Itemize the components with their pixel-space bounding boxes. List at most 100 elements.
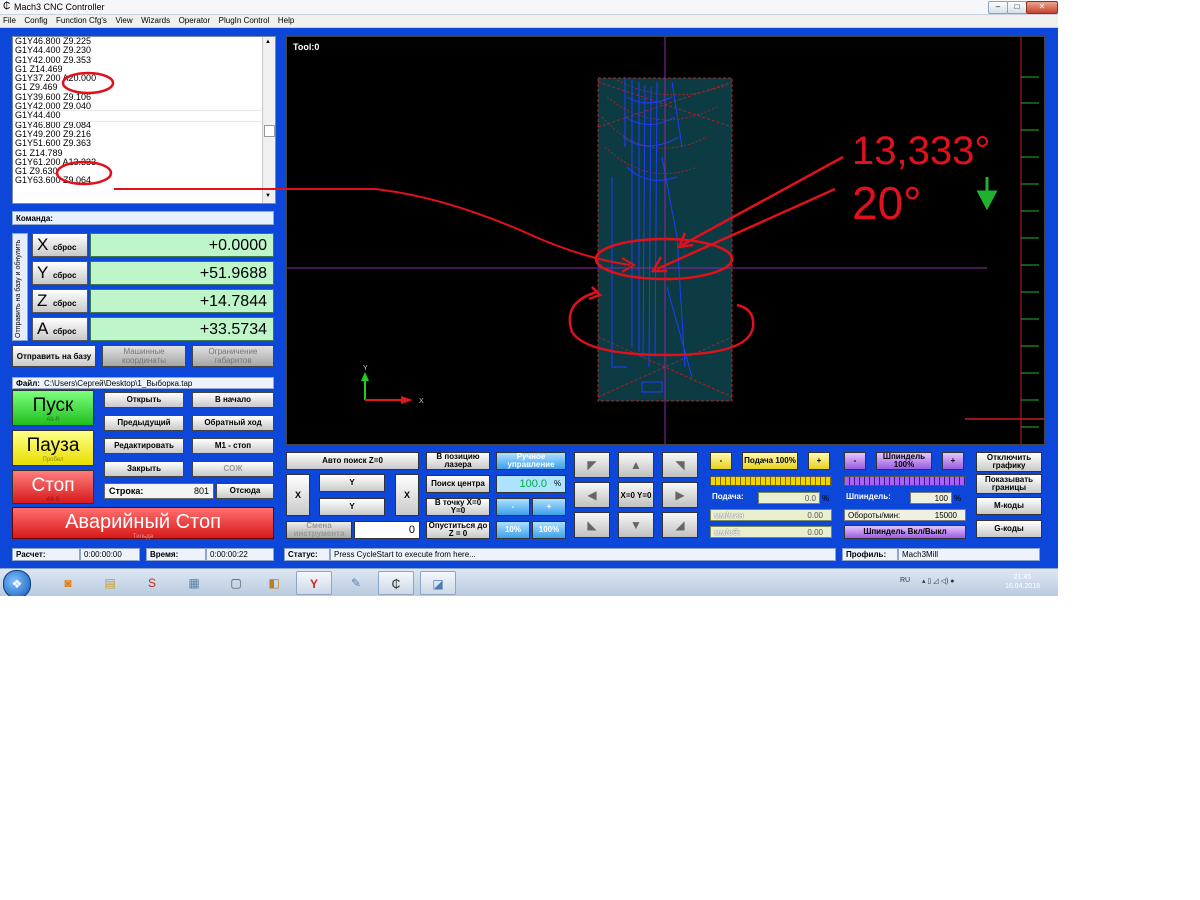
spindle-override-bar bbox=[844, 476, 966, 486]
dro-a-row: Aсброс +33.5734 bbox=[32, 317, 274, 342]
mach3-icon: ₵ bbox=[391, 577, 401, 591]
taskbar-notepad[interactable]: ▢ bbox=[218, 571, 254, 595]
manual-control-button[interactable]: Ручное управление bbox=[496, 452, 566, 470]
mcodes-button[interactable]: M-коды bbox=[976, 497, 1042, 515]
taskbar-yandex[interactable]: Y bbox=[296, 571, 332, 595]
ref-all-home-button[interactable]: Отправить на базу bbox=[12, 345, 96, 367]
profile-value: Mach3Mill bbox=[898, 548, 1040, 561]
emergency-stop-button[interactable]: Аварийный Стоп Тильда bbox=[12, 507, 274, 540]
yandex-icon: Y bbox=[309, 577, 318, 591]
spindle-minus-button[interactable]: - bbox=[844, 452, 866, 470]
jog-up-button[interactable]: ▲ bbox=[618, 452, 654, 478]
reset-z-button[interactable]: Zсброс bbox=[32, 289, 88, 313]
toolpath-viewport[interactable]: Tool:0 Y X 13,333° 20° bbox=[286, 36, 1045, 445]
tray-icons[interactable]: ▴ ▯ ◿ ◁) ● bbox=[922, 577, 954, 585]
run-from-here-button[interactable]: Отсюда bbox=[216, 483, 274, 499]
gcodes-button[interactable]: G-коды bbox=[976, 520, 1042, 538]
reverse-run-button[interactable]: Обратный ход bbox=[192, 415, 274, 431]
line-number-field[interactable]: 801 bbox=[194, 484, 209, 499]
jog-right-button[interactable]: ▶ bbox=[662, 482, 698, 508]
calc-label: Расчет: bbox=[12, 548, 80, 561]
menu-help[interactable]: Help bbox=[275, 15, 297, 27]
edit-gcode-button[interactable]: Редактировать bbox=[104, 438, 184, 454]
coolant-button[interactable]: СОЖ bbox=[192, 461, 274, 477]
taskbar-app-red[interactable]: S bbox=[134, 571, 170, 595]
disable-graphics-button[interactable]: Отключить графику bbox=[976, 452, 1042, 472]
show-bounds-button[interactable]: Показывать границы bbox=[976, 474, 1042, 494]
dro-a[interactable]: +33.5734 bbox=[90, 317, 274, 341]
taskbar-files[interactable]: ◧ bbox=[256, 571, 292, 595]
jog-diag-down-right-button[interactable]: ◢ bbox=[662, 512, 698, 538]
jog-y-minus-button[interactable]: Y bbox=[319, 498, 385, 516]
minimize-button[interactable]: – bbox=[988, 1, 1008, 14]
taskbar-window[interactable]: ◪ bbox=[420, 571, 456, 595]
ref-zero-tab[interactable]: Отправить на базу и обнулить bbox=[12, 233, 28, 341]
jog-left-button[interactable]: ◀ bbox=[574, 482, 610, 508]
close-button[interactable]: ✕ bbox=[1026, 1, 1058, 14]
feed-minus-button[interactable]: - bbox=[710, 452, 732, 470]
menu-config[interactable]: Config bbox=[21, 15, 50, 27]
jog-rate-minus-button[interactable]: - bbox=[496, 498, 530, 516]
jog-10pct-button[interactable]: 10% bbox=[496, 521, 530, 539]
reset-y-button[interactable]: Yсброс bbox=[32, 261, 88, 285]
dro-z[interactable]: +14.7844 bbox=[90, 289, 274, 313]
spindle-override-button[interactable]: Шпиндель 100% bbox=[876, 452, 932, 470]
taskbar-mach3[interactable]: ₵ bbox=[378, 571, 414, 595]
taskbar-paint[interactable]: ✎ bbox=[338, 571, 374, 595]
jog-x-minus-button[interactable]: X bbox=[286, 474, 310, 516]
stop-button[interactable]: Стоп Alt-S bbox=[12, 470, 94, 504]
reset-a-button[interactable]: Aсброс bbox=[32, 317, 88, 341]
language-indicator[interactable]: RU bbox=[900, 577, 910, 584]
lower-z-button[interactable]: Опуститься до Z = 0 bbox=[426, 521, 490, 539]
jog-diag-up-left-button[interactable]: ◤ bbox=[574, 452, 610, 478]
gcode-annotation-circles bbox=[55, 71, 115, 186]
jog-rate-plus-button[interactable]: + bbox=[532, 498, 566, 516]
jog-100pct-button[interactable]: 100% bbox=[532, 521, 566, 539]
clock[interactable]: 21:45 16.04.2018 bbox=[1005, 573, 1040, 591]
jog-diag-up-right-button[interactable]: ◥ bbox=[662, 452, 698, 478]
dro-y-row: Yсброс +51.9688 bbox=[32, 261, 274, 286]
start-button[interactable]: ❖ bbox=[3, 570, 31, 596]
feed-override-button[interactable]: Подача 100% bbox=[742, 452, 798, 470]
auto-z-button[interactable]: Авто поиск Z=0 bbox=[286, 452, 419, 470]
status-text: Press CycleStart to execute from here... bbox=[330, 548, 836, 561]
spindle-plus-button[interactable]: + bbox=[942, 452, 964, 470]
spindle-toggle-button[interactable]: Шпиндель Вкл/Выкл bbox=[844, 525, 966, 539]
laser-position-button[interactable]: В позицию лазера bbox=[426, 452, 490, 470]
reset-x-button[interactable]: Xсброс bbox=[32, 233, 88, 257]
menu-view[interactable]: View bbox=[112, 15, 135, 27]
file-label: Файл: bbox=[16, 379, 40, 388]
cycle-start-button[interactable]: Пуск Alt-R bbox=[12, 390, 94, 426]
menu-wizards[interactable]: Wizards bbox=[138, 15, 173, 27]
outlook-icon: ◙ bbox=[64, 576, 72, 590]
jog-x-plus-button[interactable]: X bbox=[395, 474, 419, 516]
feed-plus-button[interactable]: + bbox=[808, 452, 830, 470]
find-center-button[interactable]: Поиск центра bbox=[426, 475, 490, 493]
maximize-button[interactable]: □ bbox=[1007, 1, 1027, 14]
tool-number-field[interactable]: 0 bbox=[354, 521, 420, 539]
rewind-button[interactable]: В начало bbox=[192, 392, 274, 408]
tool-change-button[interactable]: Смена инструмента bbox=[286, 521, 352, 539]
open-file-button[interactable]: Открыть bbox=[104, 392, 184, 408]
m1-stop-button[interactable]: M1 - стоп bbox=[192, 438, 274, 454]
menu-function-cfgs[interactable]: Function Cfg's bbox=[53, 15, 110, 27]
taskbar-outlook[interactable]: ◙ bbox=[50, 571, 86, 595]
dro-y[interactable]: +51.9688 bbox=[90, 261, 274, 285]
jog-y-plus-button[interactable]: Y bbox=[319, 474, 385, 492]
taskbar-explorer[interactable]: ▤ bbox=[92, 571, 128, 595]
menu-file[interactable]: File bbox=[0, 15, 19, 27]
jog-down-button[interactable]: ▼ bbox=[618, 512, 654, 538]
machine-coords-button[interactable]: Машинные координаты bbox=[102, 345, 186, 367]
prev-line-button[interactable]: Предыдущий bbox=[104, 415, 184, 431]
menu-plugin-control[interactable]: PlugIn Control bbox=[216, 15, 273, 27]
taskbar-calculator[interactable]: ▦ bbox=[176, 571, 212, 595]
soft-limits-button[interactable]: Ограничение габаритов bbox=[192, 345, 274, 367]
command-input[interactable]: Команда: bbox=[12, 211, 274, 225]
goto-zero-button[interactable]: В точку X=0 Y=0 bbox=[426, 498, 490, 516]
menu-operator[interactable]: Operator bbox=[176, 15, 214, 27]
feed-hold-button[interactable]: Пауза Пробел bbox=[12, 430, 94, 466]
jog-diag-down-left-button[interactable]: ◣ bbox=[574, 512, 610, 538]
zero-xy-button[interactable]: X=0 Y=0 bbox=[618, 482, 654, 508]
close-file-button[interactable]: Закрыть bbox=[104, 461, 184, 477]
dro-x[interactable]: +0.0000 bbox=[90, 233, 274, 257]
